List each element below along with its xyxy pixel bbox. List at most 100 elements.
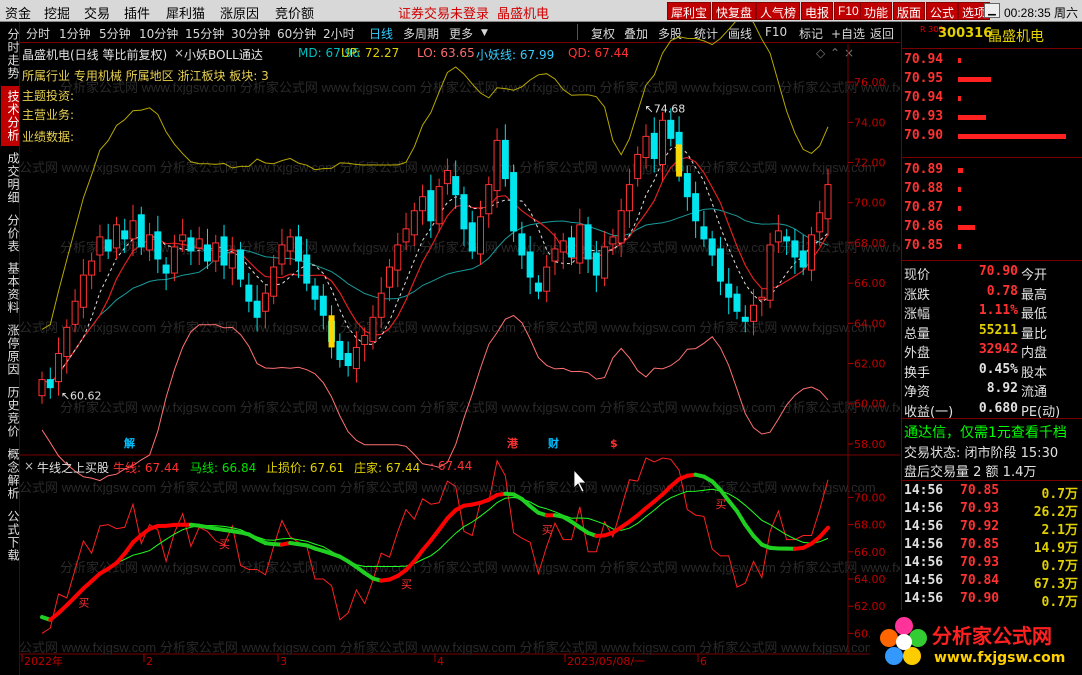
function-button[interactable]: 功能	[860, 2, 893, 20]
flower-logo-icon	[880, 617, 927, 665]
quote-label: 涨幅	[904, 307, 931, 322]
tab-tick-detail[interactable]: 成交明细	[1, 148, 20, 208]
bid-price[interactable]: 70.88	[904, 181, 943, 196]
price-axis-label: 68.00	[854, 237, 886, 250]
tick-time: 14:56	[904, 591, 944, 606]
candle-body	[650, 132, 658, 159]
telegraph-button[interactable]: 电报	[801, 2, 834, 20]
high-price-label: ↖74.68	[645, 103, 686, 116]
candle-body	[791, 240, 799, 258]
tick-time: 14:56	[904, 501, 944, 516]
candle-body	[609, 236, 617, 245]
tab-concept[interactable]: 概念解析	[1, 444, 20, 504]
tick-volume: 0.7万	[1041, 487, 1078, 502]
menu-item-plugin[interactable]: 插件	[124, 3, 150, 22]
price-axis-label: 76.00	[854, 76, 886, 89]
layout-button[interactable]: 版面	[893, 2, 926, 20]
candle-body	[303, 254, 311, 284]
tab-history-auction[interactable]: 历史竞价	[1, 382, 20, 442]
bid-volume-bar	[958, 244, 962, 249]
tick-time: 14:56	[904, 483, 944, 498]
quote-label-2: 最低	[1021, 307, 1048, 322]
candle-body	[96, 236, 104, 256]
tab-formula-download[interactable]: 公式下载	[1, 506, 20, 566]
candle-body	[807, 234, 815, 271]
menu-item-funds[interactable]: 资金	[5, 3, 31, 22]
candle-body	[311, 285, 319, 300]
ask-price[interactable]: 70.94	[904, 90, 943, 105]
candle-body	[245, 284, 253, 302]
xilibao-button[interactable]: 犀利宝	[667, 2, 712, 20]
watermark-text: 分析家公式网 www.fxjgsw.com 分析家公式网 www.fxjgsw.…	[60, 560, 900, 575]
candle-body	[170, 246, 178, 274]
tick-price: 70.85	[960, 483, 1000, 498]
close-icon[interactable]: ×	[24, 459, 34, 473]
low-price-label: ↖60.62	[61, 389, 102, 402]
candle-body	[725, 283, 733, 298]
candle-body	[394, 244, 402, 271]
ask-price[interactable]: 70.94	[904, 52, 943, 67]
tab-limit-up-reason[interactable]: 涨停原因	[1, 320, 20, 380]
candle-body	[576, 224, 584, 264]
ask-price[interactable]: 70.95	[904, 71, 943, 86]
bid-price[interactable]: 70.85	[904, 238, 943, 253]
ask-volume-bar	[958, 77, 992, 82]
candle-body	[270, 266, 278, 297]
boll-upper-line	[41, 22, 829, 330]
quote-value: 70.90	[978, 264, 1018, 279]
candle-body	[46, 379, 54, 389]
menu-bar: 资金 挖掘 交易 插件 犀利猫 涨原因 竞价额 证券交易未登录 晶盛机电 犀利宝…	[0, 0, 1082, 22]
candle-body	[377, 292, 385, 318]
candle-body	[38, 379, 46, 397]
sub-indicator-name[interactable]: 牛线之上买股	[37, 459, 109, 476]
watermark-text: 分析家公式网 www.fxjgsw.com 分析家公式网 www.fxjgsw.…	[60, 400, 900, 415]
menu-item-mining[interactable]: 挖掘	[44, 3, 70, 22]
candle-body	[667, 119, 675, 139]
bid-price[interactable]: 70.89	[904, 162, 943, 177]
quick-review-button[interactable]: 快复盘	[712, 2, 757, 20]
ask-price[interactable]: 70.90	[904, 128, 943, 143]
candle-body	[601, 246, 609, 279]
sub-axis-label: 66.00	[854, 546, 886, 559]
ad-banner[interactable]: 通达信，仅需1元查看千档	[904, 422, 1082, 442]
menu-item-limit-reason[interactable]: 涨原因	[220, 3, 259, 22]
candle-body	[104, 239, 112, 252]
price-axis-label: 58.00	[854, 438, 886, 451]
menu-item-xilimao[interactable]: 犀利猫	[166, 3, 205, 22]
candle-body	[692, 193, 700, 222]
popularity-button[interactable]: 人气榜	[756, 2, 801, 20]
f10-button[interactable]: F10	[834, 2, 863, 20]
menu-item-auction[interactable]: 竞价额	[275, 3, 314, 22]
tab-intraday[interactable]: 分时走势	[1, 24, 20, 84]
login-notice[interactable]: 证券交易未登录	[398, 3, 489, 22]
candle-body	[237, 249, 245, 280]
candle-body	[88, 260, 96, 276]
candle-body	[212, 242, 220, 262]
chart-area[interactable]: 分时 1分钟 5分钟 10分钟 15分钟 30分钟 60分钟 2小时 日线 多周…	[20, 22, 900, 675]
quote-value: 8.92	[986, 381, 1018, 396]
ask-price[interactable]: 70.93	[904, 109, 943, 124]
menu-item-trade[interactable]: 交易	[84, 3, 110, 22]
bid-volume-bar	[958, 225, 976, 230]
candle-body	[278, 244, 286, 265]
candle-body	[435, 186, 443, 225]
tab-fundamentals[interactable]: 基本资料	[1, 258, 20, 318]
quote-label: 涨跌	[904, 287, 931, 303]
formula-button[interactable]: 公式	[926, 2, 959, 20]
candle-body	[824, 184, 832, 220]
price-axis-label: 72.00	[854, 157, 886, 170]
tab-price-table[interactable]: 分价表	[1, 210, 20, 256]
candle-body	[526, 251, 534, 278]
candlestick-chart[interactable]: 分析家公式网 www.fxjgsw.com 分析家公式网 www.fxjgsw.…	[20, 22, 900, 675]
candle-body	[700, 226, 708, 240]
minimize-icon[interactable]: ▁	[984, 3, 1000, 18]
tab-technical[interactable]: 技术分析	[1, 86, 20, 146]
niu-line-segment	[122, 540, 136, 556]
candle-body	[195, 238, 203, 249]
candle-body	[774, 230, 782, 243]
candle-body	[253, 300, 261, 318]
bid-price[interactable]: 70.86	[904, 219, 943, 234]
bid-price[interactable]: 70.87	[904, 200, 943, 215]
quote-label: 现价	[904, 268, 931, 283]
candle-body	[659, 119, 667, 166]
